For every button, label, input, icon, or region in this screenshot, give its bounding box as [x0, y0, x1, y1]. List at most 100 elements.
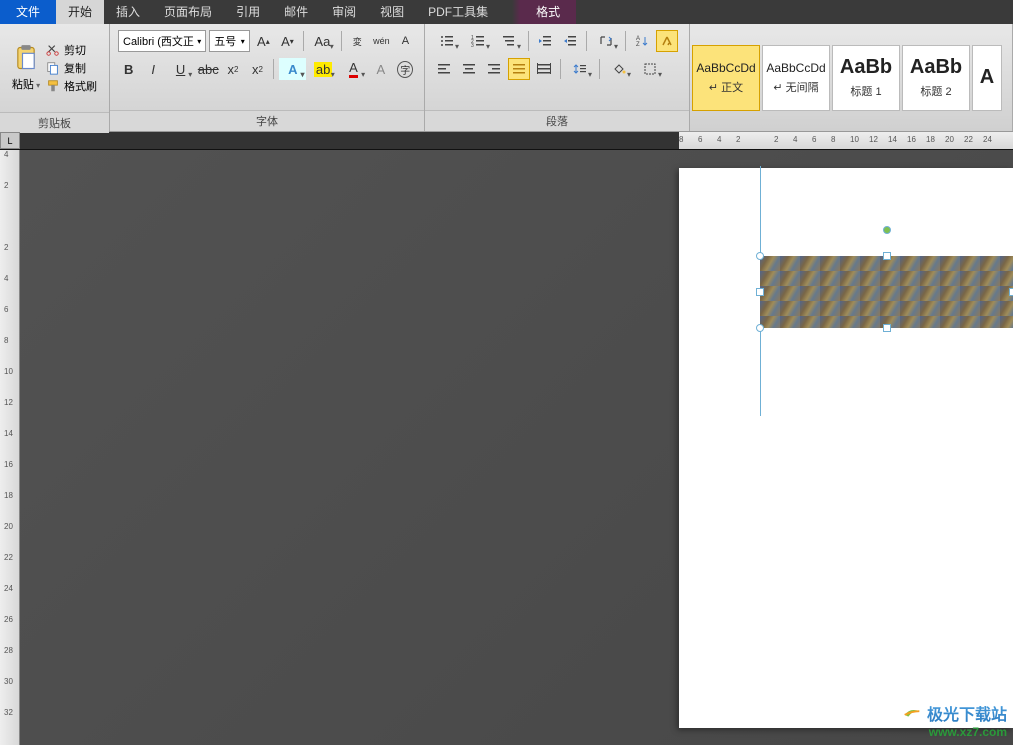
show-marks-button[interactable] [656, 30, 678, 52]
font-name-select[interactable]: Calibri (西文正▾ [118, 30, 206, 52]
grow-font-button[interactable]: A▴ [253, 30, 274, 52]
menu-bar: 文件 开始 插入 页面布局 引用 邮件 审阅 视图 PDF工具集 格式 [0, 0, 1013, 24]
handle-bottom-left[interactable] [756, 324, 764, 332]
align-justify-icon [512, 62, 526, 76]
enclose-char-button[interactable]: A [395, 30, 416, 52]
line-spacing-icon [573, 62, 587, 76]
align-center-button[interactable] [458, 58, 480, 80]
borders-button[interactable] [636, 58, 664, 80]
line-spacing-button[interactable] [566, 58, 594, 80]
divider [303, 31, 304, 51]
italic-button[interactable]: I [142, 58, 163, 80]
scissors-icon [46, 43, 60, 57]
handle-top-left[interactable] [756, 252, 764, 260]
copy-icon [46, 61, 60, 75]
shrink-font-button[interactable]: A▾ [277, 30, 298, 52]
style-heading-1[interactable]: AaBb 标题 1 [832, 45, 900, 111]
align-left-button[interactable] [433, 58, 455, 80]
underline-button[interactable]: U [167, 58, 194, 80]
svg-text:Z: Z [636, 42, 640, 48]
divider [528, 31, 529, 51]
ribbon: 粘贴 剪切 复制 格式刷 剪贴板 Calibr [0, 24, 1013, 132]
style-more[interactable]: A [972, 45, 1002, 111]
increase-indent-button[interactable] [559, 30, 581, 52]
divider [625, 31, 626, 51]
multilevel-icon [502, 34, 516, 48]
font-color-button[interactable]: A [340, 58, 367, 80]
text-direction-button[interactable] [592, 30, 620, 52]
align-right-button[interactable] [483, 58, 505, 80]
group-font: Calibri (西文正▾ 五号▾ A▴ A▾ Aa 変 wén A B I U… [110, 24, 425, 131]
menu-view[interactable]: 视图 [368, 0, 416, 24]
highlight-button[interactable]: ab [309, 58, 336, 80]
shading-button[interactable] [605, 58, 633, 80]
indent-icon [563, 34, 577, 48]
outdent-icon [538, 34, 552, 48]
text-effects-button[interactable]: A [279, 58, 306, 80]
phonetic-guide-button[interactable]: 変 [347, 30, 368, 52]
selected-image[interactable] [760, 256, 1013, 328]
menu-mail[interactable]: 邮件 [272, 0, 320, 24]
horizontal-ruler[interactable]: 864224681012141618202224 [679, 132, 1013, 149]
menu-format[interactable]: 格式 [520, 0, 576, 24]
divider [273, 59, 274, 79]
enclosed-char-button[interactable]: 字 [395, 58, 416, 80]
bold-button[interactable]: B [118, 58, 139, 80]
handle-rotate[interactable] [883, 226, 891, 234]
group-paragraph: 123 AZ [425, 24, 690, 131]
superscript-button[interactable]: x2 [247, 58, 268, 80]
handle-mid-right[interactable] [1009, 288, 1013, 296]
divider [599, 59, 600, 79]
decrease-indent-button[interactable] [534, 30, 556, 52]
strike-button[interactable]: abc [197, 58, 219, 80]
style-heading-2[interactable]: AaBb 标题 2 [902, 45, 970, 111]
subscript-button[interactable]: x2 [222, 58, 243, 80]
align-center-icon [462, 62, 476, 76]
ruler-dark-area [20, 132, 679, 149]
menu-pdf[interactable]: PDF工具集 [416, 0, 500, 24]
page [679, 168, 1013, 728]
paste-icon [12, 44, 40, 72]
align-justify-button[interactable] [508, 58, 530, 80]
handle-bottom-mid[interactable] [883, 324, 891, 332]
align-left-icon [437, 62, 451, 76]
document-canvas[interactable] [20, 150, 1013, 745]
divider [586, 31, 587, 51]
menu-layout[interactable]: 页面布局 [152, 0, 224, 24]
group-clipboard: 粘贴 剪切 复制 格式刷 剪贴板 [0, 24, 110, 131]
menu-file[interactable]: 文件 [0, 0, 56, 24]
change-case-button[interactable]: Aa [309, 30, 336, 52]
sort-icon: AZ [635, 34, 649, 48]
sort-button[interactable]: AZ [631, 30, 653, 52]
svg-text:3: 3 [471, 43, 474, 48]
handle-top-mid[interactable] [883, 252, 891, 260]
style-no-spacing[interactable]: AaBbCcDd ↵ 无间隔 [762, 45, 830, 111]
brush-icon [46, 79, 60, 93]
image-content [760, 256, 1013, 328]
align-distributed-button[interactable] [533, 58, 555, 80]
copy-button[interactable]: 复制 [46, 60, 97, 76]
multilevel-list-button[interactable] [495, 30, 523, 52]
format-painter-button[interactable]: 格式刷 [46, 78, 97, 94]
style-normal[interactable]: AaBbCcDd ↵ 正文 [692, 45, 760, 111]
bullets-button[interactable] [433, 30, 461, 52]
tab-selector[interactable]: L [0, 132, 20, 149]
ruler-row: L 864224681012141618202224 [0, 132, 1013, 150]
bucket-icon [612, 62, 626, 76]
cut-button[interactable]: 剪切 [46, 42, 97, 58]
paste-button[interactable]: 粘贴 [6, 28, 46, 108]
align-dist-icon [537, 62, 551, 76]
char-shading-button[interactable]: A [370, 58, 391, 80]
font-size-select[interactable]: 五号▾ [209, 30, 250, 52]
align-right-icon [487, 62, 501, 76]
paragraph-group-label: 段落 [425, 110, 689, 131]
handle-mid-left[interactable] [756, 288, 764, 296]
vertical-ruler[interactable]: 422468101214161820222426283032 [0, 150, 20, 745]
menu-insert[interactable]: 插入 [104, 0, 152, 24]
pilcrow-icon [660, 34, 674, 48]
char-border-button[interactable]: wén [371, 30, 392, 52]
numbering-button[interactable]: 123 [464, 30, 492, 52]
menu-references[interactable]: 引用 [224, 0, 272, 24]
menu-review[interactable]: 审阅 [320, 0, 368, 24]
menu-home[interactable]: 开始 [56, 0, 104, 24]
